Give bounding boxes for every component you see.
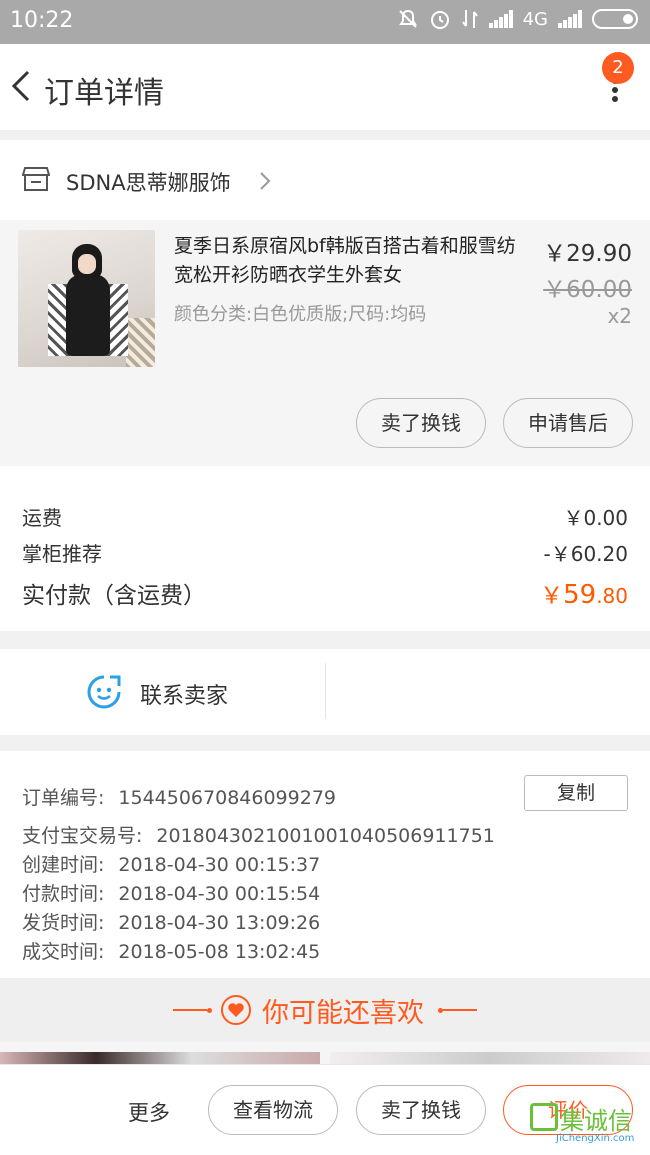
discount-row: 掌柜推荐 -￥60.20 <box>22 538 628 567</box>
shop-row[interactable]: SDNA思蒂娜服饰 <box>0 140 650 220</box>
back-arrow-icon[interactable] <box>6 66 42 106</box>
paid-time-row: 付款时间: 2018-04-30 00:15:54 <box>22 879 320 906</box>
mute-icon <box>398 9 417 28</box>
nav-bar: 订单详情 2 <box>0 44 650 130</box>
status-bar: 10:22 4G <box>0 0 650 44</box>
notification-badge: 2 <box>602 52 634 84</box>
alipay-number-value: 2018043021001001040506911751 <box>156 825 495 847</box>
product-thumbnail[interactable] <box>18 230 155 367</box>
paid-amount: ￥59.80 <box>540 576 628 610</box>
product-original-price: ￥60.00 <box>543 277 632 303</box>
shipping-row: 运费 ￥0.00 <box>22 502 628 531</box>
product-name: 夏季日系原宿风bf韩版百搭古着和服雪纺宽松开衫防晒衣学生外套女 <box>174 235 516 286</box>
shipping-label: 运费 <box>22 506 62 530</box>
order-number-label: 订单编号: <box>22 787 105 809</box>
recommend-previews <box>0 1042 650 1064</box>
data-icon <box>461 10 478 28</box>
deal-time-value: 2018-05-08 13:02:45 <box>118 941 321 963</box>
alipay-number-label: 支付宝交易号: <box>22 825 143 847</box>
status-icons: 4G <box>397 8 638 30</box>
created-time-label: 创建时间: <box>22 854 105 876</box>
shop-name: SDNA思蒂娜服饰 <box>66 171 231 195</box>
shipped-time-row: 发货时间: 2018-04-30 13:09:26 <box>22 908 320 935</box>
alarm-icon <box>430 11 449 29</box>
product-price: ￥29.90 <box>543 241 632 267</box>
decorative-line <box>173 1009 207 1011</box>
divider <box>325 663 326 719</box>
order-item[interactable]: 夏季日系原宿风bf韩版百搭古着和服雪纺宽松开衫防晒衣学生外套女 颜色分类:白色优… <box>0 220 650 466</box>
battery-icon <box>592 9 638 29</box>
paid-time-label: 付款时间: <box>22 883 105 905</box>
decorative-line <box>443 1009 477 1011</box>
page-title: 订单详情 <box>44 76 164 111</box>
watermark-logo <box>530 1103 558 1131</box>
shipped-time-value: 2018-04-30 13:09:26 <box>118 912 321 934</box>
recommend-item-image[interactable] <box>330 1052 650 1064</box>
site-watermark: 集诚信 JiChengXin.com <box>530 1101 646 1149</box>
decorative-dot <box>207 1007 212 1013</box>
status-time: 10:22 <box>10 8 74 33</box>
order-info: 订单编号: 154450670846099279 复制 支付宝交易号: 201804… <box>0 751 650 978</box>
order-number-row: 订单编号: 154450670846099279 <box>22 783 336 810</box>
shipping-value: ￥0.00 <box>563 506 628 530</box>
signal-icon <box>558 10 582 28</box>
after-sales-button[interactable]: 申请售后 <box>503 398 633 448</box>
deal-time-label: 成交时间: <box>22 941 105 963</box>
paid-integer: 59 <box>563 580 597 610</box>
view-logistics-button[interactable]: 查看物流 <box>208 1085 338 1135</box>
shipped-time-label: 发货时间: <box>22 912 105 934</box>
watermark-main-text: 集诚信 <box>560 1107 632 1135</box>
contact-bar: 联系卖家 <box>0 649 650 735</box>
sell-for-cash-button[interactable]: 卖了换钱 <box>356 398 486 448</box>
discount-value: -￥60.20 <box>543 542 628 566</box>
discount-label: 掌柜推荐 <box>22 542 102 566</box>
product-spec: 颜色分类:白色优质版;尺码:均码 <box>174 304 427 325</box>
chat-face-icon[interactable] <box>86 674 122 710</box>
watermark-sub-text: JiChengXin.com <box>556 1133 635 1144</box>
network-type: 4G <box>522 8 548 30</box>
created-time-row: 创建时间: 2018-04-30 00:15:37 <box>22 850 320 877</box>
product-quantity: x2 <box>607 304 632 328</box>
paid-decimal: .80 <box>596 584 628 608</box>
alipay-number-row: 支付宝交易号: 2018043021001001040506911751 <box>22 821 495 848</box>
recommend-header: 你可能还喜欢 <box>0 978 650 1042</box>
created-time-value: 2018-04-30 00:15:37 <box>118 854 321 876</box>
heart-icon <box>221 995 251 1025</box>
bottom-action-bar: 更多 查看物流 卖了换钱 评价 集诚信 JiChengXin.com <box>0 1064 650 1155</box>
store-icon <box>22 167 50 191</box>
paid-time-value: 2018-04-30 00:15:54 <box>118 883 321 905</box>
signal-icon <box>488 10 513 28</box>
contact-seller-button[interactable]: 联系卖家 <box>140 678 228 710</box>
sell-for-cash-button[interactable]: 卖了换钱 <box>356 1085 486 1135</box>
order-number-value: 154450670846099279 <box>118 787 336 809</box>
fee-summary: 运费 ￥0.00 掌柜推荐 -￥60.20 实付款（含运费） ￥59.80 <box>0 466 650 631</box>
chevron-right-icon <box>260 172 271 190</box>
copy-button[interactable]: 复制 <box>524 775 628 811</box>
deal-time-row: 成交时间: 2018-05-08 13:02:45 <box>22 937 320 964</box>
paid-currency: ￥ <box>540 583 564 609</box>
paid-row: 实付款（含运费） ￥59.80 <box>22 576 628 610</box>
recommend-title: 你可能还喜欢 <box>262 997 424 1029</box>
paid-label: 实付款（含运费） <box>22 583 206 609</box>
more-button[interactable]: 更多 <box>128 1097 170 1127</box>
recommend-item-image[interactable] <box>0 1052 320 1064</box>
